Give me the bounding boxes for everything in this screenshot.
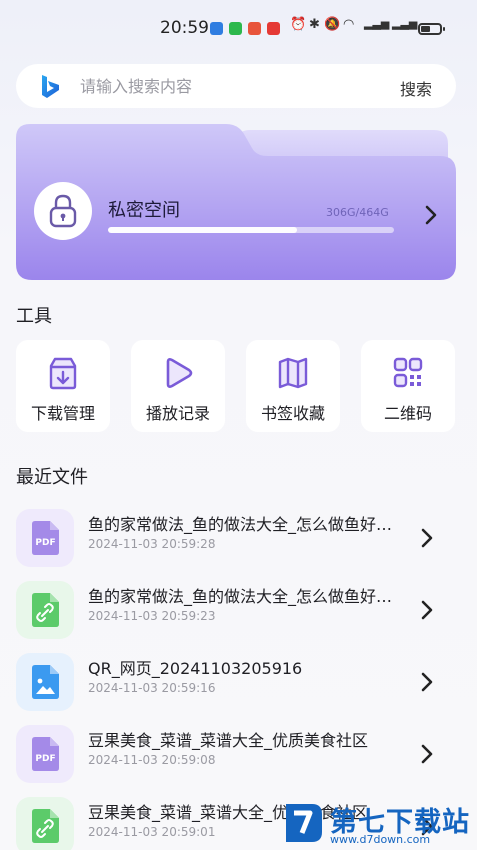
status-bar: 20:59 ⏰ ✱ 🔕 ◠ ▂▃▅ ▂▃▅ (0, 14, 477, 42)
file-name: 豆果美食_菜谱_菜谱大全_优质美食社区 (88, 731, 369, 750)
wifi-icon: ◠ (343, 17, 355, 32)
file-time: 2024-11-03 20:59:16 (88, 681, 216, 695)
storage-usage-text: 306G/464G (326, 206, 389, 219)
file-list-item[interactable]: 鱼的家常做法_鱼的做法大全_怎么做鱼好吃_下厨房 2024-11-03 20:5… (0, 575, 477, 645)
file-list-item[interactable]: PDF 鱼的家常做法_鱼的做法大全_怎么做鱼好吃_下厨房 2024-11-03 … (0, 503, 477, 573)
tool-play-history[interactable]: 播放记录 (131, 340, 225, 432)
app-notification-icon (210, 22, 223, 35)
image-file-icon (16, 653, 74, 711)
tool-download-manager[interactable]: 下载管理 (16, 340, 110, 432)
signal-1-icon: ▂▃▅ (364, 17, 390, 30)
file-name: 鱼的家常做法_鱼的做法大全_怎么做鱼好吃_下厨房 (88, 587, 406, 606)
file-list-item[interactable]: PDF 豆果美食_菜谱_菜谱大全_优质美食社区 2024-11-03 20:59… (0, 719, 477, 789)
svg-text:PDF: PDF (35, 754, 55, 764)
link-file-icon (16, 581, 74, 639)
storage-progress-fill (108, 227, 297, 233)
chevron-right-icon[interactable] (420, 743, 434, 765)
search-button[interactable]: 搜索 (400, 76, 432, 100)
play-icon (166, 358, 193, 388)
file-time: 2024-11-03 20:59:23 (88, 609, 216, 623)
tool-label: 下载管理 (30, 404, 95, 423)
private-space-title: 私密空间 (108, 200, 180, 221)
pdf-file-icon: PDF (16, 509, 74, 567)
bluetooth-icon: ✱ (309, 17, 320, 32)
chevron-right-icon[interactable] (420, 671, 434, 693)
file-list-item[interactable]: QR_网页_20241103205916 2024-11-03 20:59:16 (0, 647, 477, 717)
chevron-right-icon[interactable] (424, 204, 438, 226)
file-time: 2024-11-03 20:59:28 (88, 537, 216, 551)
link-file-icon (16, 797, 74, 850)
watermark-url: www.d7down.com (330, 833, 431, 846)
qr-code-icon (393, 357, 423, 388)
private-space-card[interactable]: 私密空间 306G/464G (16, 124, 456, 280)
chevron-right-icon[interactable] (420, 527, 434, 549)
alarm-icon: ⏰ (290, 17, 307, 32)
download-box-icon (49, 357, 77, 390)
tool-qr-code[interactable]: 二维码 (361, 340, 455, 432)
search-bar[interactable]: 搜索 (16, 64, 456, 108)
tool-bookmarks[interactable]: 书签收藏 (246, 340, 340, 432)
chevron-right-icon[interactable] (420, 599, 434, 621)
tool-label: 二维码 (383, 404, 432, 423)
signal-2-icon: ▂▃▅ (392, 17, 418, 30)
file-time: 2024-11-03 20:59:08 (88, 753, 216, 767)
status-time: 20:59 (160, 18, 209, 38)
battery-icon (418, 23, 445, 35)
file-time: 2024-11-03 20:59:01 (88, 825, 216, 839)
shop-notification-icon (248, 22, 261, 35)
storage-progress-bar (108, 227, 394, 233)
bing-logo-icon (42, 75, 59, 98)
message-notification-icon (229, 22, 242, 35)
file-name: 鱼的家常做法_鱼的做法大全_怎么做鱼好吃_下厨房 (88, 515, 406, 534)
watermark-logo-icon (286, 804, 322, 842)
bookmark-map-icon (278, 357, 308, 389)
recent-files-section-title: 最近文件 (16, 467, 88, 488)
lock-icon (34, 182, 92, 240)
mail-notification-icon (267, 22, 280, 35)
search-input[interactable] (80, 73, 380, 99)
pdf-file-icon: PDF (16, 725, 74, 783)
tools-section-title: 工具 (16, 306, 52, 327)
site-watermark: 第七下载站 www.d7down.com (280, 798, 470, 848)
mute-icon: 🔕 (324, 17, 341, 32)
tool-label: 播放记录 (145, 404, 210, 423)
tool-label: 书签收藏 (260, 404, 325, 423)
svg-text:PDF: PDF (35, 538, 55, 548)
file-name: QR_网页_20241103205916 (88, 659, 303, 678)
